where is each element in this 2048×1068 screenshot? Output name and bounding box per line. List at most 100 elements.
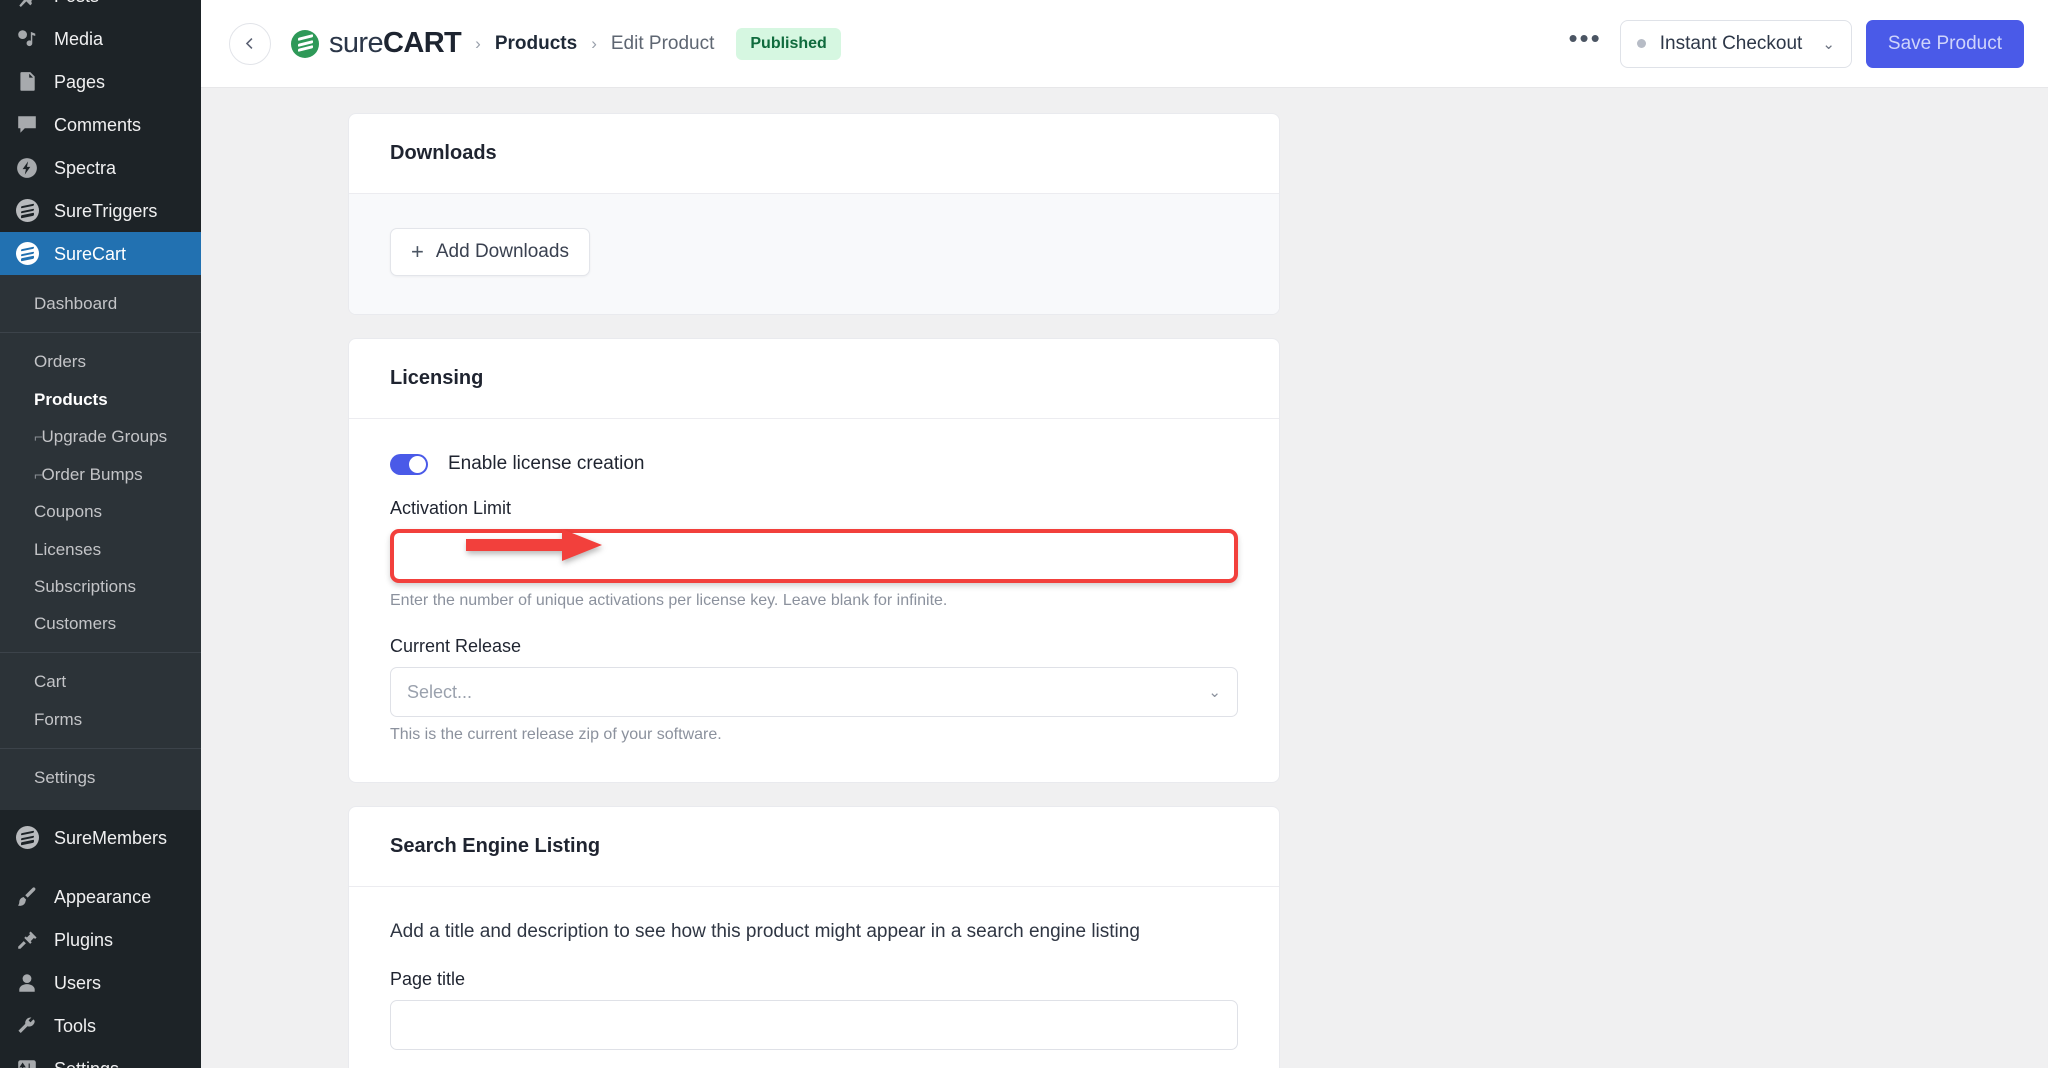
page-title-input[interactable] — [390, 1000, 1238, 1050]
sidebar-item-label: Spectra — [54, 157, 117, 178]
sidebar-subitem-licenses[interactable]: Licenses — [0, 531, 201, 568]
chevron-down-icon: ⌄ — [1208, 684, 1221, 701]
instant-checkout-select[interactable]: Instant Checkout ⌄ — [1619, 19, 1852, 68]
downloads-title: Downloads — [390, 142, 497, 164]
add-downloads-button[interactable]: + Add Downloads — [390, 228, 590, 276]
sidebar-item-label: Plugins — [54, 929, 114, 950]
sidebar-subitem-products[interactable]: Products — [0, 381, 201, 418]
back-button[interactable] — [229, 22, 271, 65]
suretriggers-icon — [14, 198, 40, 224]
sidebar-subitem-customers[interactable]: Customers — [0, 605, 201, 642]
wp-admin-sidebar: Posts Media Pages Comments — [0, 0, 201, 1068]
sidebar-item-label: Pages — [54, 71, 106, 92]
sidebar-item-label: Appearance — [54, 886, 152, 907]
brush-icon — [14, 884, 40, 910]
sidebar-item-comments[interactable]: Comments — [0, 103, 201, 146]
pages-icon — [14, 69, 40, 95]
editor-column: Downloads + Add Downloads Licensing Enab… — [348, 113, 1280, 1068]
suremembers-icon — [14, 825, 40, 851]
current-release-help: This is the current release zip of your … — [390, 726, 722, 743]
spectra-icon — [14, 155, 40, 181]
submenu-divider — [0, 332, 201, 334]
sidebar-item-settings[interactable]: Settings — [0, 1047, 201, 1068]
current-release-placeholder: Select... — [407, 681, 473, 702]
brand-wordmark: sureCART — [329, 27, 462, 59]
enable-license-toggle[interactable] — [390, 453, 428, 475]
sidebar-subitem-forms[interactable]: Forms — [0, 701, 201, 738]
sidebar-item-tools[interactable]: Tools — [0, 1004, 201, 1047]
licensing-card-header: Licensing — [349, 339, 1279, 419]
sidebar-item-appearance[interactable]: Appearance — [0, 875, 201, 918]
sidebar-item-pages[interactable]: Pages — [0, 60, 201, 103]
licensing-title: Licensing — [390, 367, 484, 389]
submenu-divider — [0, 652, 201, 654]
current-release-select[interactable]: Select... ⌄ — [390, 667, 1238, 717]
sidebar-subitem-subscriptions[interactable]: Subscriptions — [0, 568, 201, 605]
sidebar-item-label: Posts — [54, 0, 99, 5]
sidebar-item-suretriggers[interactable]: SureTriggers — [0, 189, 201, 232]
sidebar-item-users[interactable]: Users — [0, 961, 201, 1004]
sidebar-item-label: Settings — [54, 1060, 119, 1068]
surecart-logo: sureCART — [291, 27, 462, 59]
current-release-label: Current Release — [390, 636, 522, 656]
surecart-mark-icon — [291, 29, 319, 58]
activation-limit-label: Activation Limit — [390, 498, 512, 518]
sliders-icon — [14, 1056, 40, 1068]
pin-icon — [14, 0, 40, 9]
breadcrumb-separator-icon: › — [475, 33, 481, 53]
downloads-card: Downloads + Add Downloads — [348, 113, 1280, 315]
status-badge: Published — [736, 27, 841, 60]
seo-title: Search Engine Listing — [390, 835, 601, 857]
sidebar-subitem-order-bumps[interactable]: ⌐ Order Bumps — [0, 456, 201, 494]
save-product-button[interactable]: Save Product — [1865, 19, 2024, 68]
breadcrumb-separator-icon: › — [591, 33, 597, 53]
instant-checkout-label: Instant Checkout — [1659, 32, 1803, 54]
page-title-label: Page title — [390, 969, 466, 989]
sidebar-item-posts[interactable]: Posts — [0, 0, 201, 17]
sidebar-item-label: SureCart — [54, 243, 127, 264]
enable-license-label: Enable license creation — [448, 453, 645, 474]
media-icon — [14, 26, 40, 52]
user-icon — [14, 970, 40, 996]
more-options-icon[interactable]: ••• — [1568, 25, 1619, 55]
app-header: sureCART › Products › Edit Product Publi… — [201, 0, 2048, 88]
plug-icon — [14, 927, 40, 953]
search-engine-listing-card: Search Engine Listing Add a title and de… — [348, 806, 1280, 1068]
seo-card-header: Search Engine Listing — [349, 807, 1279, 887]
main-area: sureCART › Products › Edit Product Publi… — [201, 0, 2048, 1068]
sidebar-subitem-settings[interactable]: Settings — [0, 759, 201, 796]
sidebar-item-label: SureTriggers — [54, 200, 158, 221]
breadcrumb-edit-product: Edit Product — [610, 32, 715, 54]
sidebar-subitem-dashboard[interactable]: Dashboard — [0, 285, 201, 322]
sidebar-item-spectra[interactable]: Spectra — [0, 146, 201, 189]
brand-bold-text: CART — [383, 27, 462, 59]
activation-limit-input[interactable] — [390, 529, 1238, 583]
sidebar-item-label: Media — [54, 28, 104, 49]
seo-description: Add a title and description to see how t… — [390, 921, 1140, 942]
sidebar-item-media[interactable]: Media — [0, 17, 201, 60]
submenu-divider — [0, 747, 201, 749]
status-dot-icon — [1636, 39, 1646, 48]
downloads-card-body: + Add Downloads — [349, 194, 1279, 314]
sidebar-subitem-label: Upgrade Groups — [41, 426, 168, 446]
licensing-card: Licensing Enable license creation Activa… — [348, 338, 1280, 783]
app-root: Posts Media Pages Comments — [0, 0, 2048, 1068]
sidebar-subitem-coupons[interactable]: Coupons — [0, 493, 201, 530]
sidebar-item-surecart[interactable]: SureCart — [0, 232, 201, 275]
sidebar-subitem-orders[interactable]: Orders — [0, 343, 201, 380]
sidebar-item-plugins[interactable]: Plugins — [0, 918, 201, 961]
content-scroll-area[interactable]: Downloads + Add Downloads Licensing Enab… — [201, 88, 2048, 1068]
breadcrumb-products[interactable]: Products — [495, 33, 577, 55]
activation-limit-help: Enter the number of unique activations p… — [390, 592, 948, 609]
surecart-icon — [14, 241, 40, 267]
licensing-card-body: Enable license creation Activation Limit… — [349, 419, 1279, 782]
wrench-icon — [14, 1013, 40, 1039]
sidebar-subitem-upgrade-groups[interactable]: ⌐ Upgrade Groups — [0, 418, 201, 456]
sidebar-item-label: Tools — [54, 1015, 97, 1036]
sidebar-item-suremembers[interactable]: SureMembers — [0, 816, 201, 859]
sidebar-item-label: SureMembers — [54, 827, 168, 848]
sidebar-subitem-cart[interactable]: Cart — [0, 663, 201, 700]
sidebar-subitem-label: Order Bumps — [41, 464, 143, 484]
chevron-down-icon: ⌄ — [1822, 35, 1835, 53]
enable-license-row: Enable license creation — [390, 453, 1238, 475]
